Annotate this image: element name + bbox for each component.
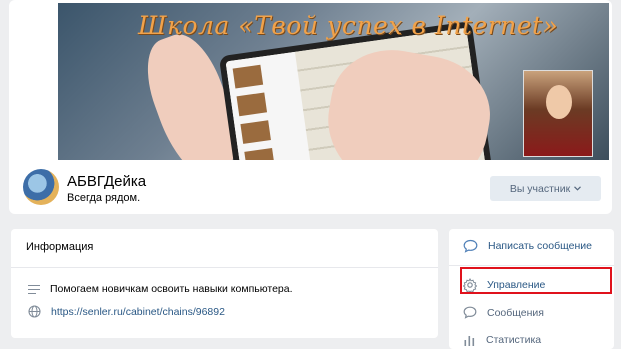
- cover-portrait: [523, 70, 593, 157]
- divider: [449, 265, 614, 266]
- info-card: Информация Помогаем новичкам освоить нав…: [11, 229, 438, 338]
- member-button-label: Вы участник: [509, 182, 571, 195]
- group-header-card: Школа «Твой успех в Internet» АБВГДейка …: [9, 0, 612, 214]
- cover-title: Школа «Твой успех в Internet»: [138, 11, 559, 40]
- group-name: АБВГДейка: [67, 173, 147, 190]
- manage-highlight-box: [460, 267, 612, 294]
- globe-icon: [28, 305, 41, 318]
- menu-item-write-message[interactable]: Написать сообщение: [463, 239, 592, 253]
- member-button[interactable]: Вы участник: [490, 176, 601, 201]
- info-link[interactable]: https://senler.ru/cabinet/chains/96892: [51, 306, 225, 318]
- info-description-row: Помогаем новичкам освоить навыки компьют…: [28, 283, 293, 295]
- text-lines-icon: [28, 284, 40, 294]
- chevron-down-icon: [574, 186, 582, 191]
- group-status: Всегда рядом.: [67, 192, 141, 204]
- menu-item-label: Статистика: [486, 334, 542, 346]
- cover-image: Школа «Твой успех в Internet»: [58, 3, 609, 160]
- info-description: Помогаем новичкам освоить навыки компьют…: [50, 283, 293, 295]
- info-title: Информация: [26, 241, 94, 253]
- bar-chart-icon: [464, 336, 475, 346]
- menu-item-label: Сообщения: [487, 306, 544, 319]
- divider: [11, 267, 438, 268]
- info-link-row[interactable]: https://senler.ru/cabinet/chains/96892: [28, 305, 225, 318]
- message-icon: [463, 306, 477, 319]
- chat-bubble-icon: [463, 239, 478, 253]
- menu-item-messages[interactable]: Сообщения: [463, 306, 544, 319]
- group-info-bar: АБВГДейка Всегда рядом. Вы участник: [9, 160, 612, 214]
- avatar[interactable]: [23, 169, 59, 205]
- group-page: Школа «Твой успех в Internet» АБВГДейка …: [0, 0, 621, 349]
- menu-item-label: Написать сообщение: [488, 240, 592, 252]
- menu-item-statistics[interactable]: Статистика: [463, 334, 541, 346]
